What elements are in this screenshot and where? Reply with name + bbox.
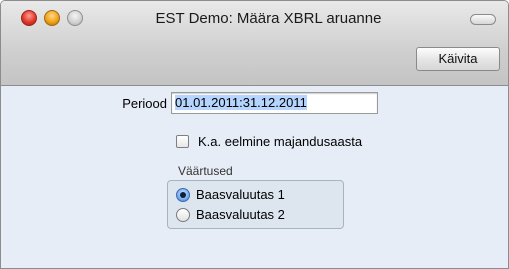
values-option-2-label: Baasvaluutas 2 [196, 207, 285, 222]
period-input[interactable]: 01.01.2011:31.12.2011 [171, 92, 378, 114]
period-label: Periood [122, 96, 167, 111]
form-content: Periood 01.01.2011:31.12.2011 K.a. eelmi… [1, 87, 508, 268]
values-radio-group: Baasvaluutas 1 Baasvaluutas 2 [167, 180, 344, 229]
report-window: EST Demo: Määra XBRL aruanne Käivita Per… [0, 0, 509, 269]
titlebar: EST Demo: Määra XBRL aruanne Käivita [1, 1, 508, 86]
window-title: EST Demo: Määra XBRL aruanne [155, 10, 382, 27]
toolbar-toggle-button[interactable] [470, 14, 496, 25]
period-input-value: 01.01.2011:31.12.2011 [175, 95, 307, 110]
values-option-1-label: Baasvaluutas 1 [196, 187, 285, 202]
values-option-1-radio[interactable] [176, 188, 190, 202]
run-button[interactable]: Käivita [416, 47, 500, 71]
include-previous-year-label: K.a. eelmine majandusaasta [198, 134, 363, 149]
values-group-title: Väärtused [178, 164, 233, 178]
include-previous-year-checkbox[interactable] [176, 135, 189, 148]
period-row: Periood 01.01.2011:31.12.2011 [1, 92, 508, 114]
values-option-2-radio[interactable] [176, 208, 190, 222]
